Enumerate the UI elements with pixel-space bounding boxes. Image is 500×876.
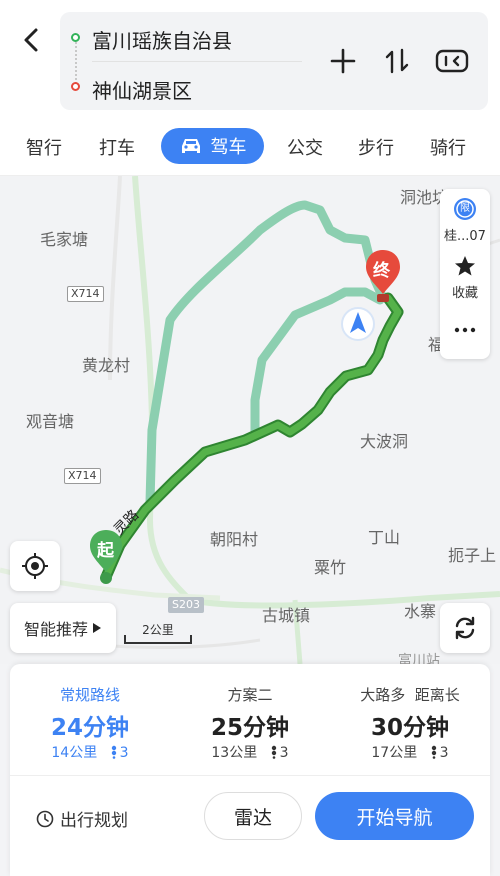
option-lights: 3 [439,745,449,761]
route-header: 富川瑶族自治县 神仙湖景区 [0,0,500,120]
swap-route-icon[interactable] [382,44,412,78]
restriction-label[interactable]: 桂...07 [440,225,490,244]
origin-dot-icon [71,33,80,42]
tab-walk[interactable]: 步行 [358,134,394,160]
tab-drive[interactable]: 驾车 [161,128,264,164]
option-distance: 13公里 [211,745,258,761]
option-time: 24分钟 [50,715,129,741]
map-scale: 2公里 [124,621,192,645]
map-side-panel: 限 桂...07 收藏 [440,189,490,359]
favorite-label[interactable]: 收藏 [440,282,490,301]
traffic-light-icon [431,745,436,759]
option-distance: 14公里 [51,745,98,761]
crosshair-icon [22,553,48,579]
place-label: 朝阳村 [210,530,259,549]
option-lights: 3 [119,745,129,761]
refresh-icon [455,616,475,640]
option-title: 常规路线 [59,686,120,704]
road-tag: X714 [64,468,101,484]
traffic-light-icon [111,745,116,759]
option-time: 30分钟 [370,715,449,741]
trip-plan-label: 出行规划 [60,811,128,831]
place-label: 黄龙村 [82,356,131,375]
route-option-2[interactable]: 方案二 25分钟 13公里 3 [170,664,330,776]
star-icon[interactable] [453,254,477,278]
place-label: 大波洞 [360,432,409,451]
scale-bar [124,635,192,644]
option-lights: 3 [279,745,289,761]
option-title: 大路多 距离长 [360,686,460,704]
restriction-badge-text: 限 [460,203,470,214]
tab-taxi[interactable]: 打车 [99,134,135,160]
tab-bus[interactable]: 公交 [287,134,323,160]
more-icon[interactable] [453,325,477,335]
place-label: 水寨 [404,602,437,621]
route-connector-line [75,35,83,87]
clock-icon [36,810,54,827]
place-label: 观音塘 [26,412,75,431]
tab-smart[interactable]: 智行 [26,134,62,160]
traffic-light-icon [271,745,276,759]
sheet-divider [10,775,490,776]
travel-mode-tabs: 智行 打车 驾车 公交 步行 骑行 [0,120,500,176]
vehicle-settings-icon[interactable] [434,44,470,78]
place-label: 毛家塘 [40,230,89,249]
route-options-sheet: 常规路线 24分钟 14公里 3 方案二 25分钟 13公里 3 大路多 距离长… [10,664,490,876]
destination-field[interactable]: 神仙湖景区 [92,75,192,104]
option-title: 方案二 [227,686,273,704]
place-label: 扼子上 [448,546,497,565]
car-icon [181,139,200,153]
start-marker-label: 起 [97,541,114,561]
refresh-button[interactable] [440,603,490,653]
place-label: 富川站 [398,653,440,664]
place-label: 古城镇 [262,606,311,625]
option-distance: 17公里 [371,745,418,761]
current-location-icon [341,307,375,341]
road-tag: S203 [168,597,204,613]
trip-plan-button[interactable]: 出行规划 [36,806,128,831]
smart-recommend-label: 智能推荐 [23,620,88,639]
play-triangle-icon [93,623,101,633]
smart-recommend-button[interactable]: 智能推荐 [10,603,116,653]
start-navigation-button[interactable]: 开始导航 [315,792,474,840]
option-meta: 14公里 3 [10,742,170,762]
origin-field[interactable]: 富川瑶族自治县 [92,25,232,54]
map-view[interactable]: 毛家塘 黄龙村 观音塘 大波洞 朝阳村 丁山 粟竹 古城镇 水寨 扼子上 洞池坊… [0,176,500,664]
tab-drive-label: 驾车 [210,137,247,158]
destination-dot-icon [71,82,80,91]
option-time: 25分钟 [210,715,289,741]
road-tag: X714 [67,286,104,302]
option-meta: 13公里 3 [170,742,330,762]
back-arrow-icon[interactable] [14,22,50,58]
route-option-1[interactable]: 常规路线 24分钟 14公里 3 [10,664,170,776]
add-waypoint-icon[interactable] [328,44,358,78]
route-option-3[interactable]: 大路多 距离长 30分钟 17公里 3 [330,664,490,776]
option-meta: 17公里 3 [330,742,490,762]
end-marker-label: 终 [373,261,390,281]
place-label: 粟竹 [314,558,347,577]
radar-button[interactable]: 雷达 [204,792,302,840]
route-divider [92,61,302,62]
tab-bike[interactable]: 骑行 [430,134,466,160]
locate-button[interactable] [10,541,60,591]
place-label: 丁山 [368,528,401,547]
